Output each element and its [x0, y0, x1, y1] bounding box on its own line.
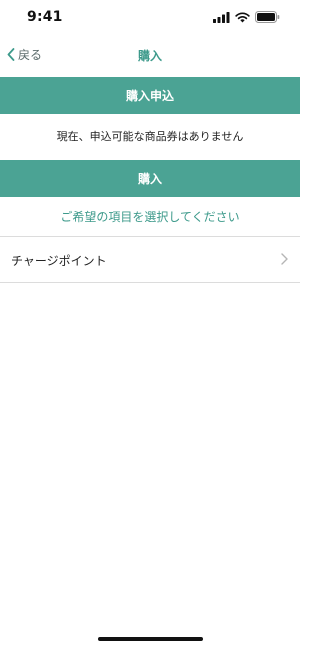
wifi-icon — [235, 11, 250, 22]
status-icons — [213, 11, 280, 23]
list-item-charge-points[interactable]: チャージポイント — [0, 238, 300, 282]
page-title: 購入 — [137, 49, 162, 63]
list-item-label: チャージポイント — [11, 254, 107, 268]
divider — [0, 236, 300, 237]
navigation-bar: 戻る 購入 — [0, 36, 300, 76]
purchase-application-header: 購入申込 — [0, 77, 300, 114]
no-vouchers-notice: 現在、申込可能な商品券はありません — [56, 130, 244, 143]
divider — [0, 282, 300, 283]
status-bar: 9:41 — [0, 0, 300, 36]
status-time: 9:41 — [27, 9, 63, 25]
purchase-section-header: 購入 — [0, 160, 300, 197]
selection-prompt: ご希望の項目を選択してください — [60, 209, 240, 224]
home-indicator[interactable] — [98, 637, 203, 641]
cellular-signal-icon — [213, 11, 230, 23]
battery-icon — [255, 11, 280, 23]
chevron-right-icon — [281, 253, 288, 265]
